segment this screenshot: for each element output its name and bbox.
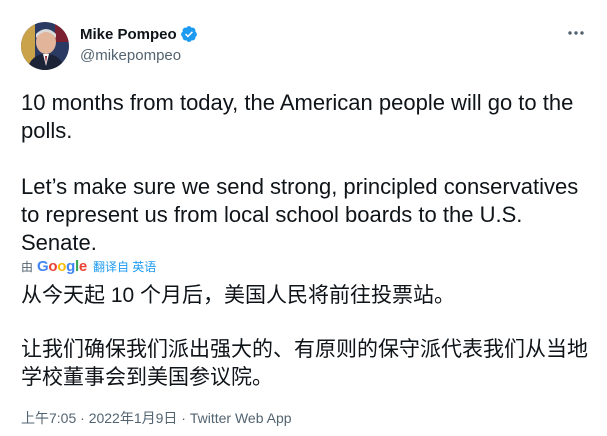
translated-paragraph: 从今天起 10 个月后，美国人民将前往投票站。 [21,284,456,307]
translated-text: 从今天起 10 个月后，美国人民将前往投票站。 让我们确保我们派出强大的、有原则… [21,282,596,392]
avatar[interactable] [21,22,69,70]
author-name[interactable]: Mike Pompeo [80,26,177,43]
more-options-icon[interactable] [565,22,587,44]
avatar-image [21,22,69,70]
translation-prefix: 由 [21,259,34,274]
tweet-card: Mike Pompeo @mikepompeo 10 months from t… [0,0,607,436]
tweet-timestamp[interactable]: 上午7:05 · 2022年1月9日 · Twitter Web App [21,408,292,428]
tweet-paragraph: Let’s make sure we send strong, principl… [21,174,579,255]
translated-paragraph: 让我们确保我们派出强大的、有原则的保守派代表我们从当地学校董事会到美国参议院。 [21,338,588,389]
translation-attribution: 由 Google 翻译自 英语 [21,257,156,275]
google-logo: Google [37,257,87,275]
tweet-paragraph: 10 months from today, the American peopl… [21,90,574,143]
verified-badge-icon [180,25,198,43]
translation-source-link[interactable]: 翻译自 英语 [93,258,156,275]
tweet-text: 10 months from today, the American peopl… [21,89,591,257]
author-block: Mike Pompeo @mikepompeo [80,24,198,64]
author-name-row: Mike Pompeo [80,24,198,44]
author-handle[interactable]: @mikepompeo [80,47,198,64]
